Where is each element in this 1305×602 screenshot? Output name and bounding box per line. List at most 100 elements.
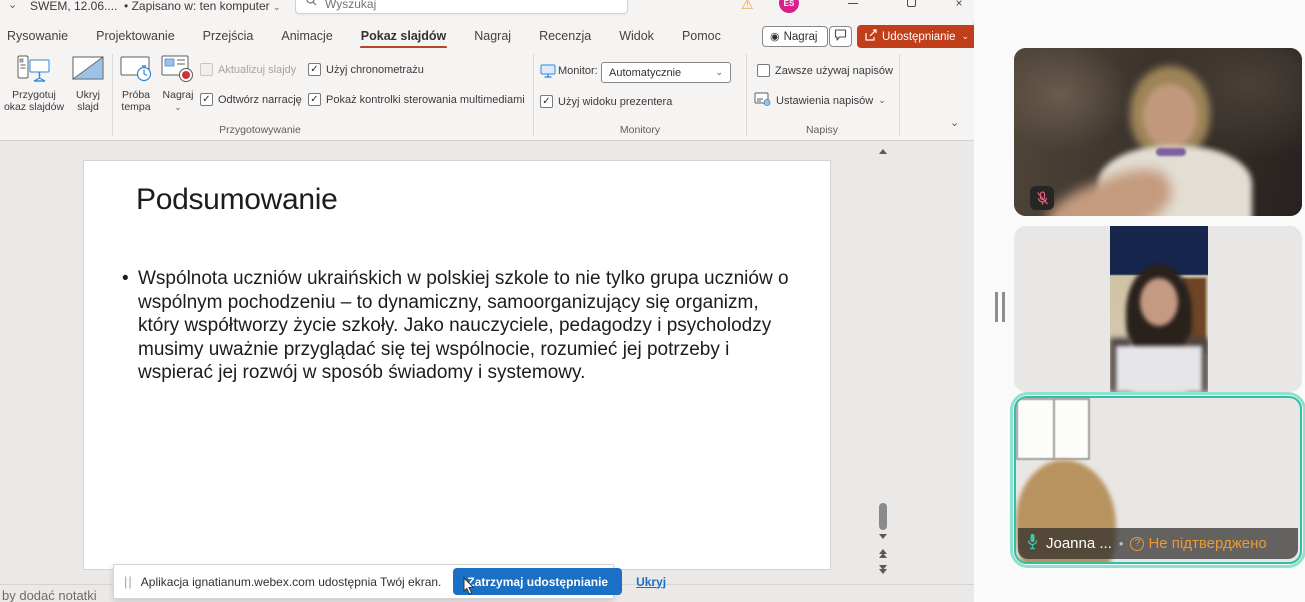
screen: ⌄ SWEM, 12.06.... • Zapisano w: ten komp… — [0, 0, 1305, 602]
tab-rysowanie[interactable]: Rysowanie — [6, 26, 69, 50]
tab-recenzja[interactable]: Recenzja — [538, 26, 592, 50]
microphone-active-icon — [1026, 533, 1039, 555]
banner-drag-handle-icon[interactable]: || — [124, 574, 133, 589]
ribbon-separator — [746, 54, 747, 136]
checkbox-box — [200, 63, 213, 76]
record-icon: ◉ — [770, 30, 780, 43]
participant-video-3[interactable]: Joanna ... • ? Не підтверджено — [1014, 396, 1302, 564]
hide-banner-link[interactable]: Ukryj — [636, 575, 666, 589]
webex-video-panel: Joanna ... • ? Не підтверджено — [974, 0, 1305, 602]
warning-icon[interactable]: ⚠ — [741, 0, 754, 13]
checkbox-label: Pokaż kontrolki sterowania multimediami — [326, 94, 525, 106]
doc-name: SWEM, 12.06.... — [30, 0, 117, 13]
comment-bubble-icon — [834, 28, 847, 46]
document-title[interactable]: SWEM, 12.06.... • Zapisano w: ten komput… — [30, 0, 281, 13]
participant-necklace — [1156, 148, 1186, 156]
monitor-icon — [540, 64, 556, 83]
checkbox-play-narrations[interactable]: Odtwórz narrację — [200, 93, 302, 106]
tab-projektowanie[interactable]: Projektowanie — [95, 26, 176, 50]
chevron-down-icon: ⌄ — [962, 31, 970, 42]
share-icon — [865, 29, 877, 44]
portrait-video-frame — [1110, 226, 1208, 392]
search-placeholder: Wyszukaj — [325, 0, 376, 11]
scrollbar-thumb[interactable] — [879, 503, 887, 530]
question-circle-icon: ? — [1130, 537, 1144, 551]
notes-placeholder[interactable]: by dodać notatki — [2, 588, 97, 602]
prepare-slideshow-label: Przygotuj okaz slajdów — [2, 89, 66, 113]
slide-workspace: Podsumowanie • Wspólnota uczniów ukraińs… — [0, 141, 974, 602]
ribbon-separator — [899, 54, 900, 136]
rehearse-timings-icon — [114, 52, 158, 86]
save-status: • Zapisano w: ten komputer — [124, 0, 270, 13]
checkbox-presenter-view[interactable]: Użyj widoku prezentera — [540, 95, 672, 108]
maximize-button[interactable] — [896, 0, 926, 12]
checkbox-use-timings[interactable]: Użyj chronometrażu — [308, 63, 424, 76]
checkbox-show-media-controls[interactable]: Pokaż kontrolki sterowania multimediami — [308, 93, 525, 106]
mouse-cursor — [462, 577, 478, 602]
ribbon-separator — [112, 54, 113, 136]
checkbox-label: Zawsze używaj napisów — [775, 65, 893, 77]
previous-slide-button[interactable] — [879, 549, 887, 557]
tab-pokaz-slajdow[interactable]: Pokaz slajdów — [360, 26, 447, 50]
checkbox-always-captions[interactable]: Zawsze używaj napisów — [757, 64, 893, 77]
caption-settings-label: Ustawienia napisów — [776, 95, 873, 107]
ribbon-tab-row: Rysowanie Projektowanie Przejścia Animac… — [6, 26, 722, 50]
checkbox-box — [757, 64, 770, 77]
group-label-napisy: Napisy — [806, 124, 838, 136]
rehearse-timings-label: Próba tempa — [114, 89, 158, 113]
hide-slide-button[interactable]: Ukryj slajd — [66, 52, 110, 113]
tab-animacje[interactable]: Animacje — [280, 26, 333, 50]
tab-przejscia[interactable]: Przejścia — [202, 26, 255, 50]
checkbox-update-slides[interactable]: Aktualizuj slajdy — [200, 63, 296, 76]
bullet-icon: • — [122, 267, 138, 385]
checkbox-box — [200, 93, 213, 106]
scroll-down-arrow[interactable] — [879, 534, 887, 539]
search-input[interactable]: Wyszukaj — [295, 0, 628, 14]
quick-access-chevron-icon[interactable]: ⌄ — [8, 0, 17, 11]
vertical-scrollbar[interactable] — [875, 141, 891, 602]
next-slide-button[interactable] — [879, 565, 887, 573]
screen-share-banner: || Aplikacja ignatianum.webex.com udostę… — [113, 564, 614, 599]
comments-button[interactable] — [829, 26, 852, 47]
verification-status: ? Не підтверджено — [1130, 535, 1266, 552]
close-button[interactable]: × — [944, 0, 974, 12]
group-label-monitory: Monitory — [620, 124, 660, 136]
checkbox-label: Odtwórz narrację — [218, 94, 302, 106]
scroll-up-arrow[interactable] — [879, 149, 887, 154]
participant-face — [1140, 278, 1178, 326]
slide-body-text[interactable]: • Wspólnota uczniów ukraińskich w polski… — [122, 267, 798, 385]
rehearse-timings-button[interactable]: Próba tempa — [114, 52, 158, 113]
avatar[interactable]: ES — [779, 0, 799, 13]
caption-settings-button[interactable]: Ustawienia napisów ⌄ — [754, 92, 886, 109]
search-icon — [306, 0, 317, 11]
slide-canvas[interactable]: Podsumowanie • Wspólnota uczniów ukraińs… — [83, 160, 831, 570]
bullet-text: Wspólnota uczniów ukraińskich w polskiej… — [138, 267, 798, 385]
participant-video-2[interactable] — [1014, 226, 1302, 392]
tab-nagraj[interactable]: Nagraj — [473, 26, 512, 50]
chevron-down-icon: ⌄ — [715, 67, 723, 78]
minimize-button[interactable] — [838, 0, 868, 12]
share-banner-message: Aplikacja ignatianum.webex.com udostępni… — [141, 575, 442, 589]
chevron-down-icon: ⌄ — [158, 101, 198, 113]
monitor-dropdown[interactable]: Automatycznie ⌄ — [601, 62, 731, 83]
checkbox-box — [308, 63, 321, 76]
record-slideshow-button[interactable]: Nagraj ⌄ — [158, 52, 198, 113]
ribbon: Przygotuj okaz slajdów Ukryj slajd Próba… — [0, 48, 974, 141]
monitor-dropdown-value: Automatycznie — [609, 67, 681, 79]
collapse-ribbon-chevron-icon[interactable]: ⌄ — [950, 116, 959, 129]
slide-title[interactable]: Podsumowanie — [136, 183, 338, 217]
microphone-muted-icon — [1030, 186, 1054, 210]
record-button[interactable]: ◉ Nagraj — [762, 26, 828, 47]
stop-sharing-button[interactable]: Zatrzymaj udostępnianie — [453, 568, 622, 595]
share-button[interactable]: Udostępnianie ⌄ — [857, 25, 977, 48]
participant-video-1[interactable] — [1014, 48, 1302, 216]
chevron-down-icon: ⌄ — [878, 95, 886, 106]
background-window — [1016, 398, 1090, 460]
separator-dot: • — [1119, 536, 1124, 551]
panel-drag-handle[interactable] — [995, 292, 1005, 322]
prepare-slideshow-icon — [2, 52, 66, 86]
prepare-slideshow-button[interactable]: Przygotuj okaz slajdów — [2, 52, 66, 113]
title-bar: ⌄ SWEM, 12.06.... • Zapisano w: ten komp… — [0, 0, 974, 22]
tab-widok[interactable]: Widok — [618, 26, 655, 50]
tab-pomoc[interactable]: Pomoc — [681, 26, 722, 50]
